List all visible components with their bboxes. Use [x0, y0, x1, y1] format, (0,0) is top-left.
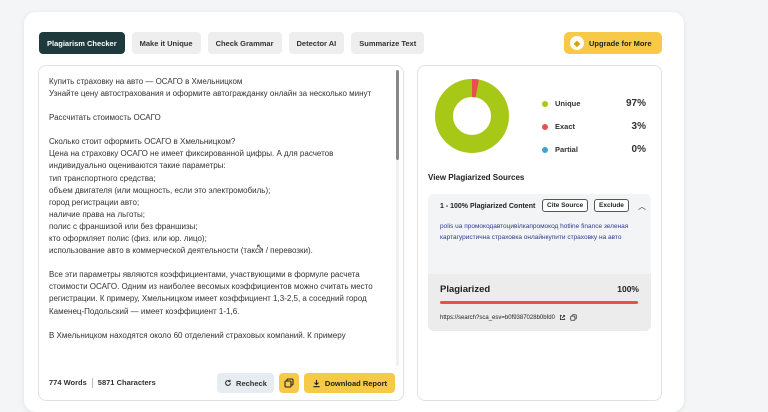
source-snippet: polis ua промокодавтоцивілкапромокод hot… [440, 223, 629, 241]
editor-footer: 774 Words 5871 Characters Recheck Downlo… [49, 372, 395, 394]
editor-paragraph: В Хмельницком находятся около 60 отделен… [49, 330, 346, 340]
legend-label: Unique [555, 99, 581, 108]
editor-paragraph: Все эти параметры являются коэффициентам… [49, 270, 373, 316]
chevron-up-icon[interactable]: ︿ [638, 201, 646, 212]
source-card: 1 - 100% Plagiarized Content Cite Source… [428, 194, 651, 331]
download-report-button[interactable]: Download Report [303, 373, 395, 393]
legend-unique: Unique 97% [542, 92, 646, 115]
legend-value: 3% [631, 121, 646, 132]
copy-link-icon[interactable] [570, 314, 577, 321]
cite-source-button[interactable]: Cite Source [542, 199, 589, 212]
text-counts: 774 Words 5871 Characters [49, 378, 156, 388]
upgrade-button[interactable]: ◆ Upgrade for More [564, 32, 662, 54]
download-icon [313, 379, 320, 387]
legend-label: Exact [555, 122, 576, 131]
tool-tabs: Plagiarism Checker Make it Unique Check … [39, 32, 425, 54]
upgrade-label: Upgrade for More [589, 38, 652, 48]
tab-detector-ai[interactable]: Detector AI [288, 32, 345, 54]
results-panel: Unique 97% Exact 3% Partial 0% View Plag… [417, 65, 662, 401]
legend-dot-exact [542, 123, 548, 130]
editor-paragraph: Купить страховку на авто — ОСАГО в Хмель… [49, 77, 372, 99]
word-count: 774 Words [49, 378, 87, 387]
exclude-button[interactable]: Exclude [594, 199, 629, 212]
legend-dot-partial [542, 146, 548, 153]
editor-paragraph: Рассчитать стоимость ОСАГО [49, 113, 161, 123]
legend-partial: Partial 0% [542, 138, 646, 161]
text-editor[interactable]: Купить страховку на авто — ОСАГО в Хмель… [38, 65, 404, 401]
download-label: Download Report [324, 378, 387, 388]
plagiarized-percent: 100% [617, 284, 639, 294]
tab-plagiarism-checker[interactable]: Plagiarism Checker [39, 32, 125, 54]
editor-paragraph: Сколько стоит оформить ОСАГО в Хмельницк… [49, 137, 334, 256]
refresh-icon [225, 379, 231, 386]
recheck-button[interactable]: Recheck [217, 373, 274, 393]
legend-exact: Exact 3% [542, 115, 646, 138]
plagiarized-label: Plagiarized [440, 284, 491, 295]
copy-button[interactable] [278, 373, 299, 393]
source-status: Plagiarized 100% https://search?sca_esv=… [428, 274, 651, 331]
divider [91, 378, 93, 388]
legend-value: 97% [625, 98, 646, 109]
scrollbar-thumb[interactable] [396, 70, 399, 160]
checker-card: Plagiarism Checker Make it Unique Check … [24, 12, 684, 412]
plagiarized-bar [440, 301, 638, 304]
editor-scrollbar[interactable] [396, 70, 399, 366]
tab-summarize-text[interactable]: Summarize Text [351, 32, 425, 54]
source-url[interactable]: https://search?sca_esv=b0f9387028b0bfd0 [440, 315, 555, 321]
sources-title: View Plagiarized Sources [428, 173, 525, 182]
uniqueness-donut-chart [435, 79, 509, 153]
character-count: 5871 Characters [97, 378, 156, 387]
copy-icon [284, 378, 294, 388]
mouse-cursor-icon: ↖ [256, 242, 264, 252]
legend-label: Partial [555, 145, 578, 154]
legend-dot-unique [542, 100, 548, 107]
source-url-row: https://search?sca_esv=b0f9387028b0bfd0 [440, 314, 577, 321]
editor-text[interactable]: Купить страховку на авто — ОСАГО в Хмель… [49, 76, 393, 362]
tab-make-it-unique[interactable]: Make it Unique [131, 32, 201, 54]
tab-check-grammar[interactable]: Check Grammar [207, 32, 282, 54]
source-heading: 1 - 100% Plagiarized Content [440, 203, 536, 210]
legend-value: 0% [631, 144, 646, 155]
result-legend: Unique 97% Exact 3% Partial 0% [542, 92, 646, 161]
editor-actions: Recheck Download Report [217, 373, 395, 393]
diamond-icon: ◆ [570, 36, 584, 50]
recheck-label: Recheck [236, 378, 267, 388]
external-link-icon[interactable] [559, 314, 566, 321]
